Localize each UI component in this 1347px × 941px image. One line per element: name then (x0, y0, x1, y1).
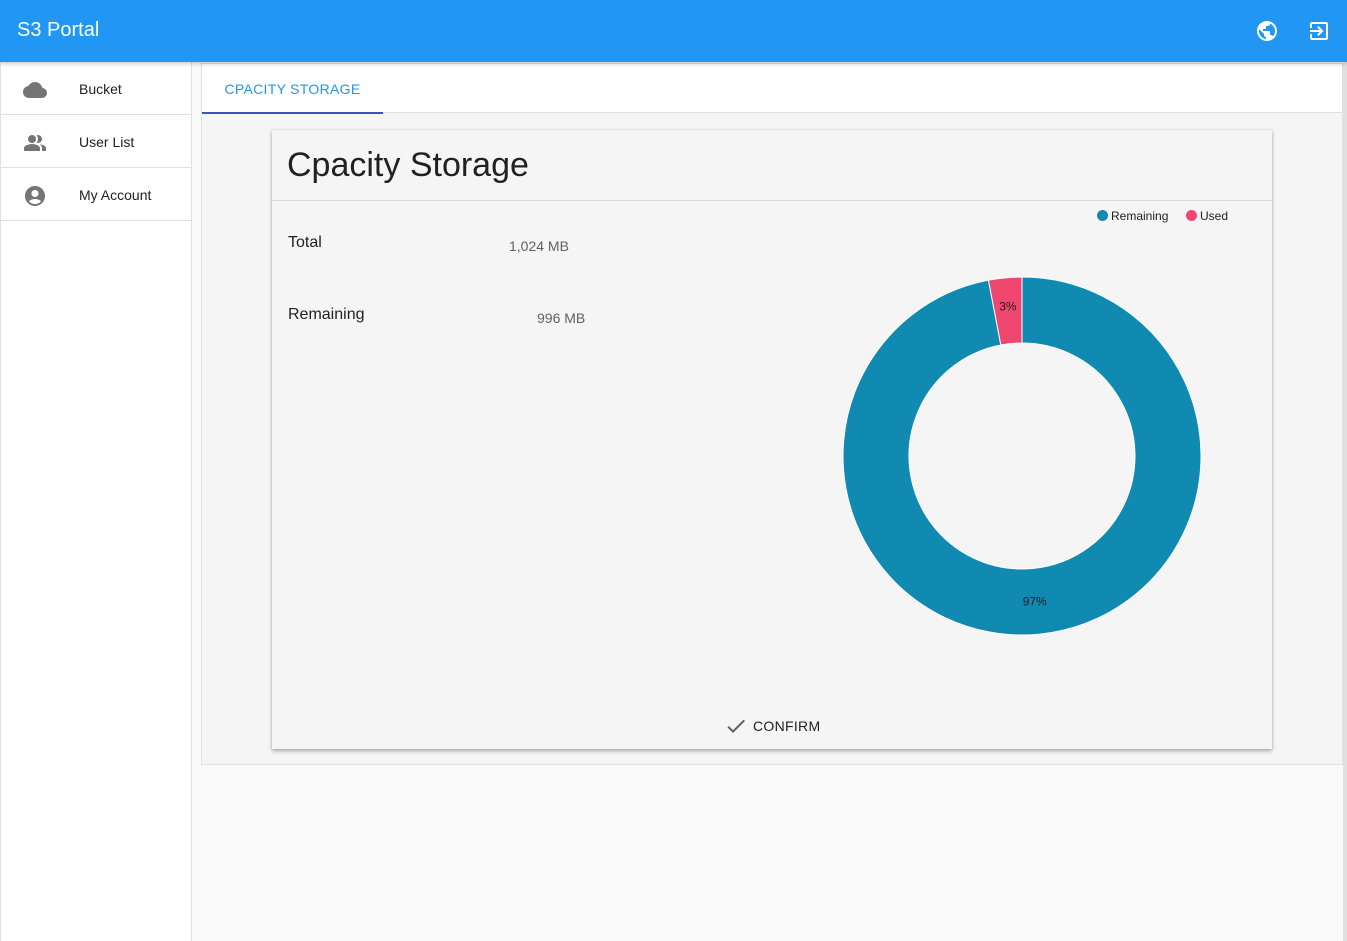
card-divider (272, 200, 1272, 201)
tab-capacity-storage[interactable]: CPACITY STORAGE (202, 64, 383, 114)
tab-bar: CPACITY STORAGE (202, 64, 1342, 114)
legend-label: Remaining (1111, 209, 1169, 223)
stat-value-remaining: 996 MB (537, 310, 586, 326)
cloud-icon (23, 78, 47, 102)
sidebar-item-bucket[interactable]: Bucket (1, 62, 192, 115)
confirm-button[interactable]: CONFIRM (724, 714, 824, 738)
legend-label: Used (1200, 209, 1229, 223)
tab-panel: CPACITY STORAGE Cpacity Storage Total 1,… (201, 63, 1343, 765)
sidebar-item-label: Bucket (79, 81, 122, 97)
account-circle-icon (23, 184, 47, 208)
tab-indicator (202, 112, 383, 114)
app-title: S3 Portal (17, 19, 100, 41)
sidebar-item-label: User List (79, 134, 135, 150)
tab-label: CPACITY STORAGE (224, 81, 361, 97)
stat-label-remaining: Remaining (288, 306, 365, 323)
storage-donut-chart: 97% 3% (842, 276, 1202, 636)
stat-label-total: Total (288, 234, 322, 251)
confirm-label: CONFIRM (753, 718, 821, 734)
sidebar-item-my-account[interactable]: My Account (1, 168, 192, 221)
card-title: Cpacity Storage (287, 146, 529, 184)
capacity-card: Cpacity Storage Total 1,024 MB Remaining… (272, 130, 1272, 749)
app-bar: S3 Portal (0, 0, 1347, 62)
sidebar: Bucket User List My Account (0, 62, 192, 941)
people-icon (23, 131, 47, 155)
check-icon (724, 714, 748, 738)
sidebar-item-user-list[interactable]: User List (1, 115, 192, 168)
sidebar-item-label: My Account (79, 187, 152, 203)
data-label-used: 3% (999, 300, 1017, 314)
legend-swatch (1097, 210, 1108, 221)
globe-icon[interactable] (1255, 19, 1279, 43)
data-label-remaining: 97% (1023, 594, 1047, 608)
stat-value-total: 1,024 MB (509, 238, 569, 254)
exit-to-app-icon[interactable] (1307, 19, 1331, 43)
main-content: CPACITY STORAGE Cpacity Storage Total 1,… (192, 62, 1347, 941)
legend-swatch (1186, 210, 1197, 221)
